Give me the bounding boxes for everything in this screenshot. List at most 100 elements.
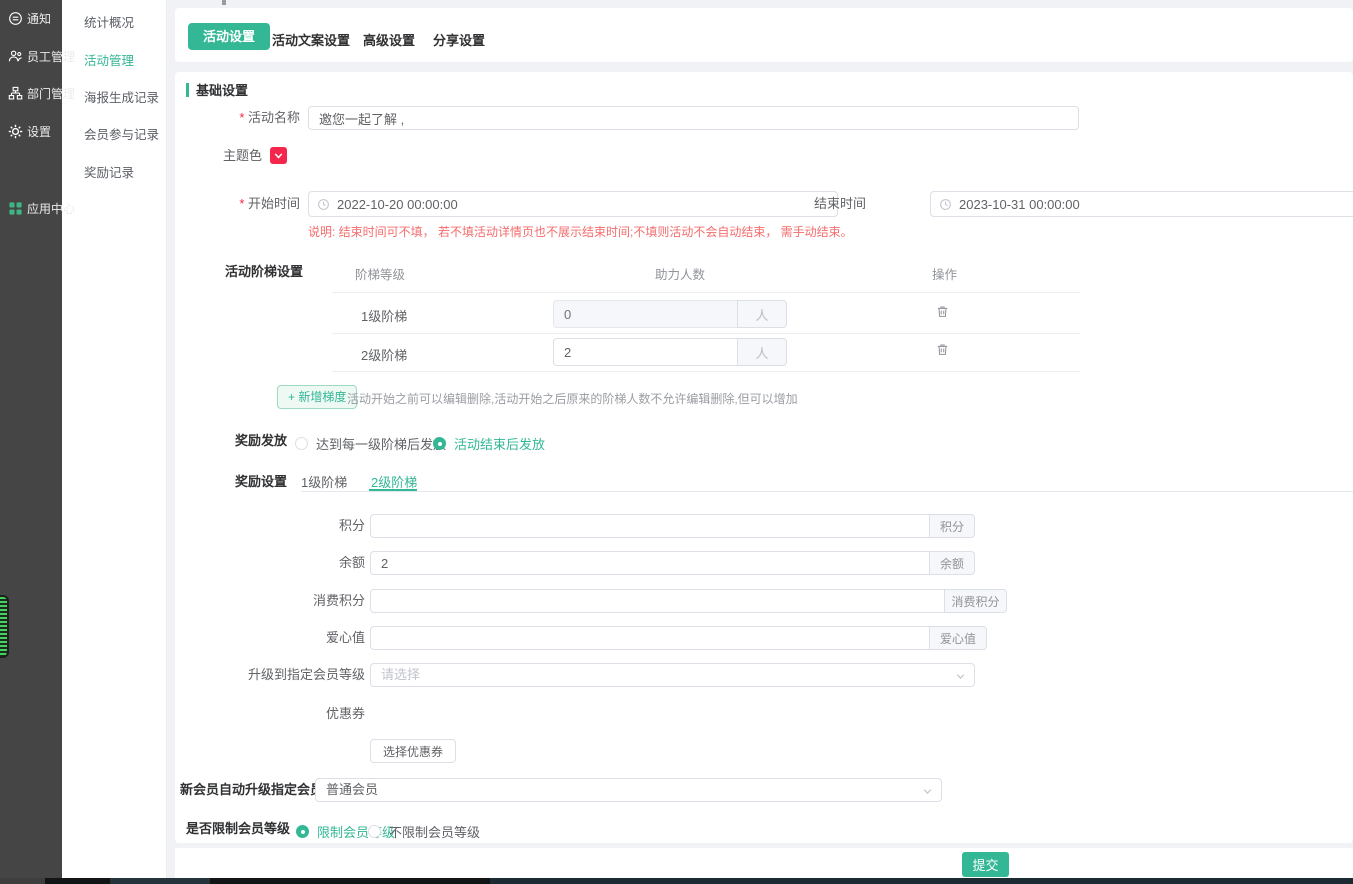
sidebar-item-label: 员工管理: [27, 48, 75, 65]
delete-row-button[interactable]: [935, 342, 950, 360]
radio-no-restrict-level[interactable]: 不限制会员等级: [368, 822, 480, 841]
edge-segment: [490, 878, 1353, 884]
delete-row-button[interactable]: [935, 304, 950, 322]
form-card: 基础设置 活动名称 主题色 开始时间 结束时间 说明: 结束时间可不填， 若不: [175, 72, 1353, 843]
new-member-level-select[interactable]: 普通会员: [315, 778, 942, 802]
points-input[interactable]: [370, 514, 930, 538]
submenu-item-poster-records[interactable]: 海报生成记录: [84, 87, 159, 106]
tab-activity-settings[interactable]: 活动设置: [188, 23, 270, 50]
ladder-col-helpers: 助力人数: [655, 264, 705, 283]
activity-name-label: 活动名称: [180, 106, 300, 130]
reward-dispatch-label: 奖励发放: [183, 429, 287, 453]
balance-label: 余额: [235, 551, 365, 575]
add-tier-hint: 活动开始之前可以编辑删除,活动开始之后原来的阶梯人数不允许编辑删除,但可以增加: [347, 390, 798, 407]
trash-icon: [935, 342, 950, 357]
balance-suffix: 余额: [929, 551, 975, 575]
sidebar-item-label: 通知: [27, 10, 51, 27]
reward-settings-label: 奖励设置: [183, 470, 287, 494]
start-time-field[interactable]: [308, 191, 838, 217]
sidebar-item-app-center[interactable]: 应用中心: [8, 200, 75, 217]
submenu-item-member-participation[interactable]: 会员参与记录: [84, 124, 159, 143]
section-title-text: 基础设置: [196, 80, 248, 99]
edge-segment: [0, 878, 45, 884]
stage-tab-1[interactable]: 1级阶梯: [301, 472, 347, 491]
coupon-label: 优惠券: [235, 702, 365, 726]
submenu-item-statistics[interactable]: 统计概况: [84, 12, 134, 31]
radio-per-tier-dispatch[interactable]: 达到每一级阶梯后发放: [295, 434, 446, 453]
clock-icon: [317, 198, 330, 211]
radio-label: 活动结束后发放: [454, 434, 545, 453]
member-level-select[interactable]: 请选择: [370, 663, 975, 687]
bottom-window-edge: [0, 878, 1353, 884]
start-time-input[interactable]: [337, 192, 833, 216]
submit-bar: 提交: [175, 848, 1353, 878]
ladder-row-level: 1级阶梯: [361, 306, 407, 325]
radio-label: 不限制会员等级: [389, 822, 480, 841]
clipped-scroll-artifact: [222, 0, 226, 5]
screen: 通知 员工管理 部门管理 设置: [0, 0, 1353, 884]
chevron-down-icon: [955, 671, 966, 682]
submit-button[interactable]: 提交: [962, 852, 1009, 877]
ladder-row-input-group: 人: [553, 300, 787, 328]
love-value-suffix: 爱心值: [929, 626, 987, 650]
submenu-item-reward-records[interactable]: 奖励记录: [84, 162, 134, 181]
edge-segment: [110, 878, 210, 884]
tabs-divider: [301, 491, 1353, 492]
helpers-count-input[interactable]: [553, 300, 737, 328]
sidebar-item-employees[interactable]: 员工管理: [8, 48, 75, 65]
consume-points-input[interactable]: [370, 589, 945, 613]
trash-icon: [935, 304, 950, 319]
restrict-level-label: 是否限制会员等级: [180, 817, 290, 841]
unit-suffix: 人: [737, 300, 787, 328]
helpers-count-input[interactable]: [553, 338, 737, 366]
edge-stripes-widget: [0, 595, 9, 658]
section-basic-settings: 基础设置: [186, 80, 248, 99]
activity-name-input[interactable]: [308, 106, 1079, 130]
sidebar-item-label: 部门管理: [27, 85, 75, 102]
sidebar-item-label: 应用中心: [27, 200, 75, 217]
consume-points-label: 消费积分: [235, 589, 365, 613]
end-time-input[interactable]: [959, 192, 1353, 216]
sidebar-item-notifications[interactable]: 通知: [8, 10, 51, 27]
love-value-label: 爱心值: [235, 626, 365, 650]
radio-icon: [368, 825, 381, 838]
new-member-level-label: 新会员自动升级指定会员等级: [180, 778, 310, 802]
chevron-down-icon: [922, 786, 933, 797]
choose-coupon-button[interactable]: 选择优惠券: [370, 739, 456, 763]
chevron-down-icon: [272, 149, 285, 162]
app-sidebar: 通知 员工管理 部门管理 设置: [0, 0, 62, 878]
theme-color-picker[interactable]: [270, 147, 287, 164]
table-divider: [332, 292, 1080, 293]
end-time-label: 结束时间: [806, 192, 866, 216]
points-suffix: 积分: [929, 514, 975, 538]
select-placeholder: 请选择: [381, 664, 420, 686]
add-tier-button[interactable]: + 新增梯度: [277, 385, 357, 409]
end-time-field[interactable]: [930, 191, 1353, 217]
tab-advanced-settings[interactable]: 高级设置: [363, 30, 415, 49]
submenu: 统计概况 活动管理 海报生成记录 会员参与记录 奖励记录: [62, 0, 167, 878]
select-value: 普通会员: [326, 779, 378, 801]
points-label: 积分: [235, 514, 365, 538]
notification-icon: [8, 11, 23, 26]
tab-share-settings[interactable]: 分享设置: [433, 30, 485, 49]
sidebar-item-settings[interactable]: 设置: [8, 123, 51, 140]
radio-after-activity-dispatch[interactable]: 活动结束后发放: [433, 434, 545, 453]
consume-points-suffix: 消费积分: [944, 589, 1007, 613]
app-center-icon: [8, 201, 23, 216]
balance-input[interactable]: [370, 551, 930, 575]
radio-icon: [433, 437, 446, 450]
clock-icon: [939, 198, 952, 211]
love-value-input[interactable]: [370, 626, 930, 650]
sidebar-item-label: 设置: [27, 123, 51, 140]
tab-activity-copy-settings[interactable]: 活动文案设置: [272, 30, 350, 49]
unit-suffix: 人: [737, 338, 787, 366]
submenu-item-activity-management[interactable]: 活动管理: [84, 50, 134, 69]
ladder-col-level: 阶梯等级: [355, 264, 405, 283]
table-divider: [332, 333, 1080, 334]
ladder-row-level: 2级阶梯: [361, 345, 407, 364]
member-level-label: 升级到指定会员等级: [235, 663, 365, 687]
ladder-row-input-group: 人: [553, 338, 787, 366]
start-time-label: 开始时间: [180, 192, 300, 216]
ladder-section-label: 活动阶梯设置: [175, 260, 303, 284]
sidebar-item-departments[interactable]: 部门管理: [8, 85, 75, 102]
